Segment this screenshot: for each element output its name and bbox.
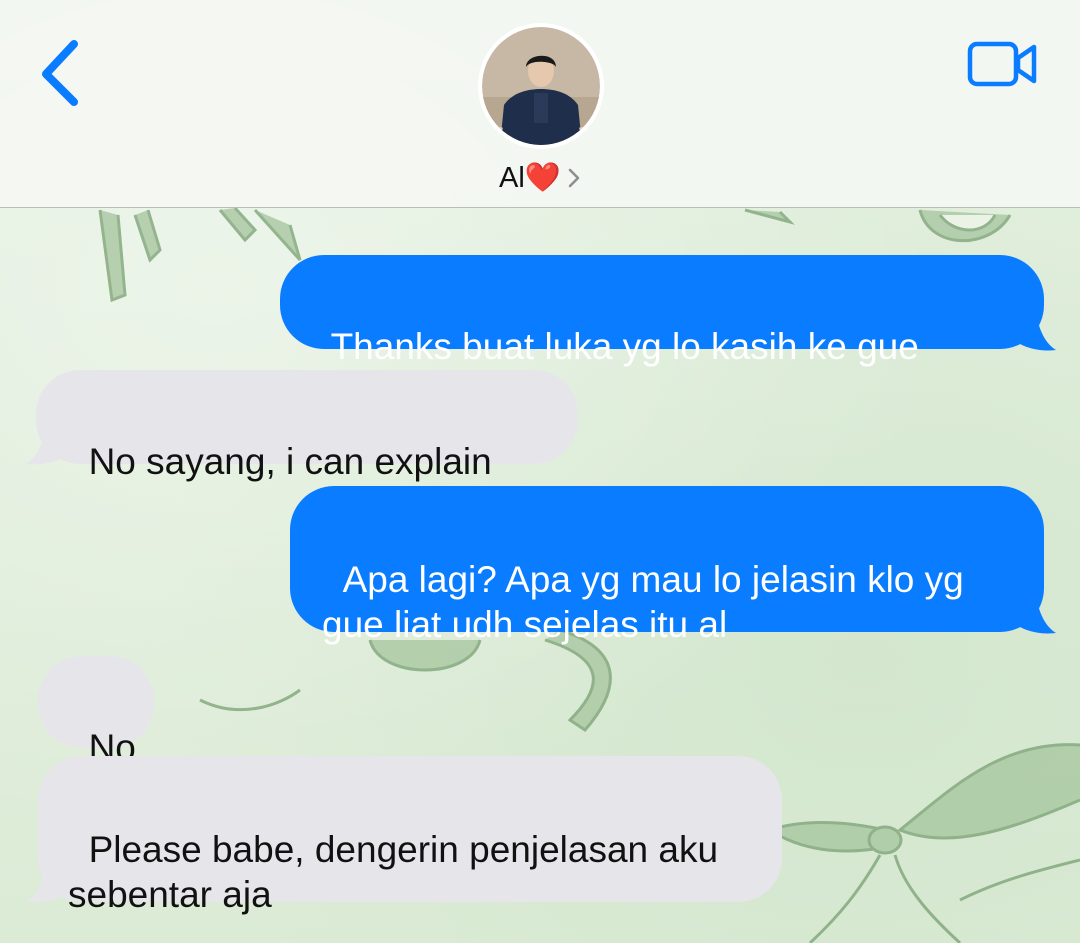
received-message-bubble[interactable]: No <box>38 656 154 768</box>
contact-name-button[interactable]: Al❤️ <box>440 158 640 198</box>
back-button[interactable] <box>36 38 86 108</box>
sent-bubble-tail <box>1010 310 1056 351</box>
message-text: No sayang, i can explain <box>88 441 492 482</box>
conversation-header: Al❤️ <box>0 0 1080 208</box>
video-call-button[interactable] <box>966 40 1040 88</box>
video-camera-icon <box>967 41 1037 87</box>
received-bubble-tail <box>26 424 72 465</box>
sent-message-bubble[interactable]: Thanks buat luka yg lo kasih ke gue <box>280 255 1044 367</box>
sent-bubble-tail <box>1010 593 1056 634</box>
received-message-bubble[interactable]: No sayang, i can explain <box>36 370 578 482</box>
chevron-left-icon <box>42 40 78 106</box>
contact-avatar[interactable] <box>482 27 600 145</box>
received-message-bubble[interactable]: Please babe, dengerin penjelasan aku seb… <box>38 756 782 915</box>
message-text: Thanks buat luka yg lo kasih ke gue <box>330 326 919 367</box>
chevron-right-icon <box>568 168 580 188</box>
contact-photo <box>482 27 600 145</box>
sent-message-bubble[interactable]: Apa lagi? Apa yg mau lo jelasin klo yg g… <box>290 486 1044 645</box>
received-bubble-tail <box>26 862 72 903</box>
contact-name: Al❤️ <box>499 162 561 194</box>
